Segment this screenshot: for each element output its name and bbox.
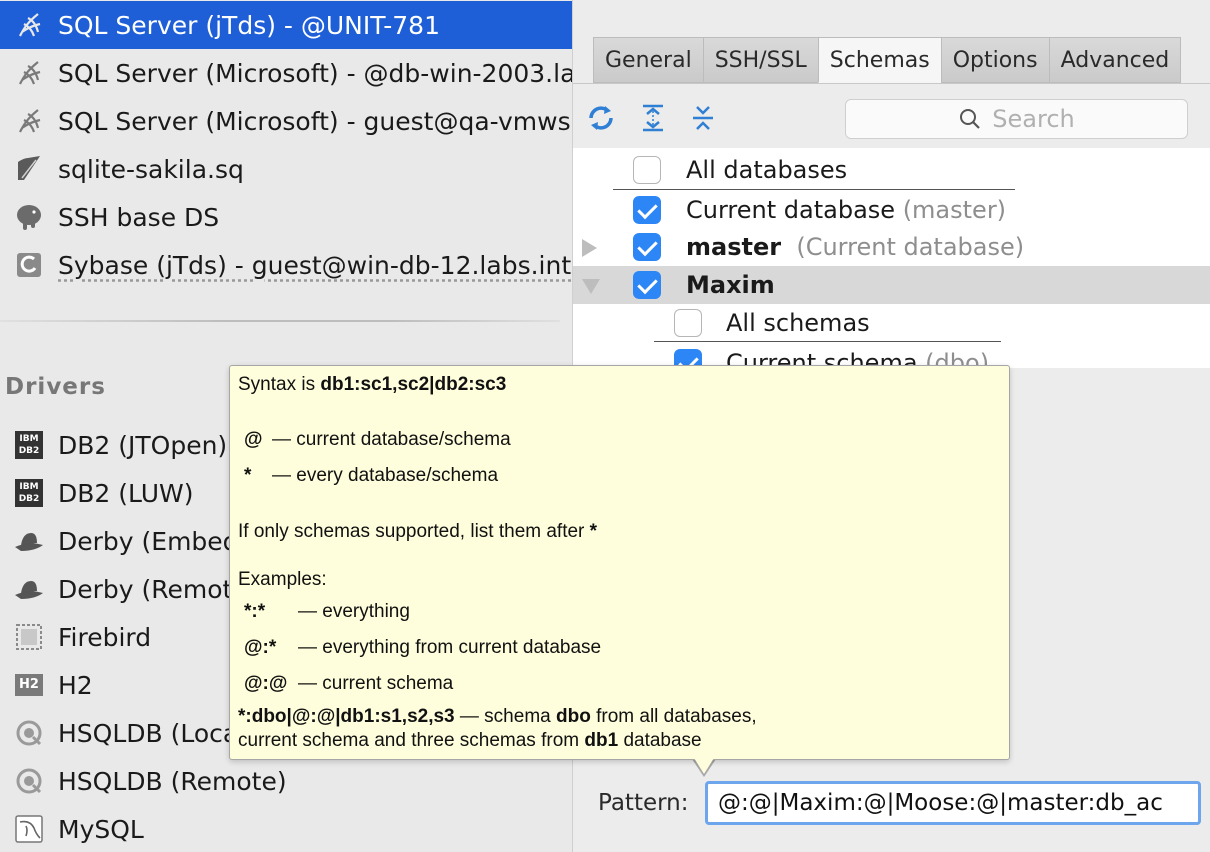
sql-server-icon	[12, 8, 46, 42]
sybase-icon	[12, 248, 46, 282]
mysql-icon	[12, 812, 46, 846]
driver-label: H2	[58, 670, 93, 700]
pattern-input[interactable]: @:@|Maxim:@|Moose:@|master:db_ac	[705, 781, 1201, 825]
datasource-item-sql-server-jtds-unit781[interactable]: SQL Server (jTds) - @UNIT-781	[0, 1, 572, 49]
tree-label: All schemas	[726, 309, 870, 337]
hsqldb-icon	[12, 716, 46, 750]
derby-hat-icon	[12, 572, 46, 606]
db2-icon: IBM DB2	[12, 428, 46, 462]
driver-label: Derby (Embed	[58, 526, 239, 556]
tree-row-current-database[interactable]: Current database (master)	[573, 191, 1210, 229]
current-database-checkbox[interactable]	[633, 196, 661, 224]
tree-row-all-schemas[interactable]: All schemas	[573, 304, 1210, 342]
schemas-toolbar: Search	[573, 96, 1210, 146]
tab-bar: General SSH/SSL Schemas Options Advanced	[593, 37, 1182, 83]
expand-all-icon[interactable]	[637, 102, 669, 134]
datasource-label: SQL Server (Microsoft) - guest@qa-vmws	[58, 106, 571, 136]
tree-row-maxim[interactable]: Maxim	[573, 266, 1210, 304]
drivers-heading: Drivers	[5, 374, 106, 400]
postgres-icon	[12, 200, 46, 234]
driver-label: HSQLDB (Remote)	[58, 766, 287, 796]
datasource-label: SQL Server (Microsoft) - @db-win-2003.la	[58, 58, 572, 88]
maxim-checkbox[interactable]	[633, 271, 661, 299]
tooltip-example-2: @:* — everything from current database	[244, 637, 602, 658]
driver-label: MySQL	[58, 814, 144, 844]
datasource-label: Sybase (jTds) - guest@win-db-12.labs.int	[58, 250, 572, 280]
driver-label: DB2 (LUW)	[58, 478, 194, 508]
tree-row-master[interactable]: master (Current database)	[573, 228, 1210, 266]
tab-ssh-ssl[interactable]: SSH/SSL	[702, 37, 818, 83]
tab-schemas[interactable]: Schemas	[817, 37, 941, 83]
datasource-item-sqlite-sakila[interactable]: sqlite-sakila.sq	[0, 145, 572, 193]
divider	[573, 83, 1210, 84]
datasource-item-ssh-base-ds[interactable]: SSH base DS	[0, 193, 572, 241]
pattern-syntax-tooltip: Syntax is db1:sc1,sc2|db2:sc3 @ — current…	[229, 365, 1010, 760]
tooltip-example-3: @:@ — current schema	[244, 673, 454, 694]
tree-label: All databases	[686, 156, 848, 184]
tree-label: Current database	[686, 196, 896, 224]
tab-general[interactable]: General	[593, 37, 703, 83]
tab-advanced[interactable]: Advanced	[1048, 37, 1182, 83]
datasource-label: SSH base DS	[58, 202, 220, 232]
divider	[613, 189, 1015, 190]
search-input[interactable]: Search	[845, 99, 1188, 139]
driver-label: Derby (Remote	[58, 574, 248, 604]
sql-server-icon	[12, 104, 46, 138]
tab-options[interactable]: Options	[940, 37, 1049, 83]
driver-label: HSQLDB (Loca	[58, 718, 239, 748]
tree-label: master	[686, 233, 782, 261]
firebird-icon	[12, 620, 46, 654]
separator	[0, 320, 560, 322]
refresh-icon[interactable]	[585, 102, 617, 134]
all-databases-checkbox[interactable]	[633, 156, 661, 184]
master-checkbox[interactable]	[633, 233, 661, 261]
h2-icon: H2	[12, 668, 46, 702]
collapse-all-icon[interactable]	[687, 102, 719, 134]
all-schemas-checkbox[interactable]	[674, 309, 702, 337]
db2-icon: IBM DB2	[12, 476, 46, 510]
search-icon	[960, 109, 981, 129]
tooltip-example-1: *:* — everything	[244, 601, 410, 622]
expand-arrow-icon[interactable]	[582, 239, 597, 257]
tooltip-schemas-note: If only schemas supported, list them aft…	[238, 521, 598, 542]
search-placeholder: Search	[992, 105, 1075, 133]
tooltip-example-4: *:dbo|@:@|db1:s1,s2,s3 — schema dbo from…	[238, 706, 757, 727]
derby-hat-icon	[12, 524, 46, 558]
tree-note: (Current database)	[796, 233, 1025, 261]
tooltip-syntax-line: Syntax is db1:sc1,sc2|db2:sc3	[238, 374, 507, 395]
tree-note: (master)	[902, 196, 1007, 224]
tooltip-example-4-cont: current schema and three schemas from db…	[238, 730, 702, 751]
driver-item-mysql[interactable]: MySQL	[0, 805, 572, 852]
divider	[654, 341, 1001, 342]
driver-label: Firebird	[58, 622, 152, 652]
hsqldb-icon	[12, 764, 46, 798]
schema-tree: All databases Current database (master) …	[573, 148, 1210, 368]
datasource-label: sqlite-sakila.sq	[58, 154, 244, 184]
collapse-arrow-icon[interactable]	[582, 279, 600, 294]
tree-label: Maxim	[686, 271, 775, 299]
datasource-item-sql-server-ms-guest[interactable]: SQL Server (Microsoft) - guest@qa-vmws	[0, 97, 572, 145]
sqlite-icon	[12, 152, 46, 186]
driver-label: DB2 (JTOpen)	[58, 430, 228, 460]
datasource-item-sybase-jtds[interactable]: Sybase (jTds) - guest@win-db-12.labs.int	[0, 241, 572, 289]
tooltip-star-line: * — every database/schema	[244, 465, 499, 486]
tooltip-at-line: @ — current database/schema	[244, 429, 511, 450]
tooltip-pointer-fill	[694, 758, 714, 774]
sql-server-icon	[12, 56, 46, 90]
datasource-item-sql-server-ms-dbwin2003[interactable]: SQL Server (Microsoft) - @db-win-2003.la	[0, 49, 572, 97]
datasource-label: SQL Server (jTds) - @UNIT-781	[58, 10, 440, 40]
tree-row-all-databases[interactable]: All databases	[573, 151, 1210, 189]
tooltip-examples-title: Examples:	[238, 569, 327, 590]
pattern-label: Pattern:	[598, 790, 689, 816]
driver-item-hsqldb-remote[interactable]: HSQLDB (Remote)	[0, 757, 572, 805]
